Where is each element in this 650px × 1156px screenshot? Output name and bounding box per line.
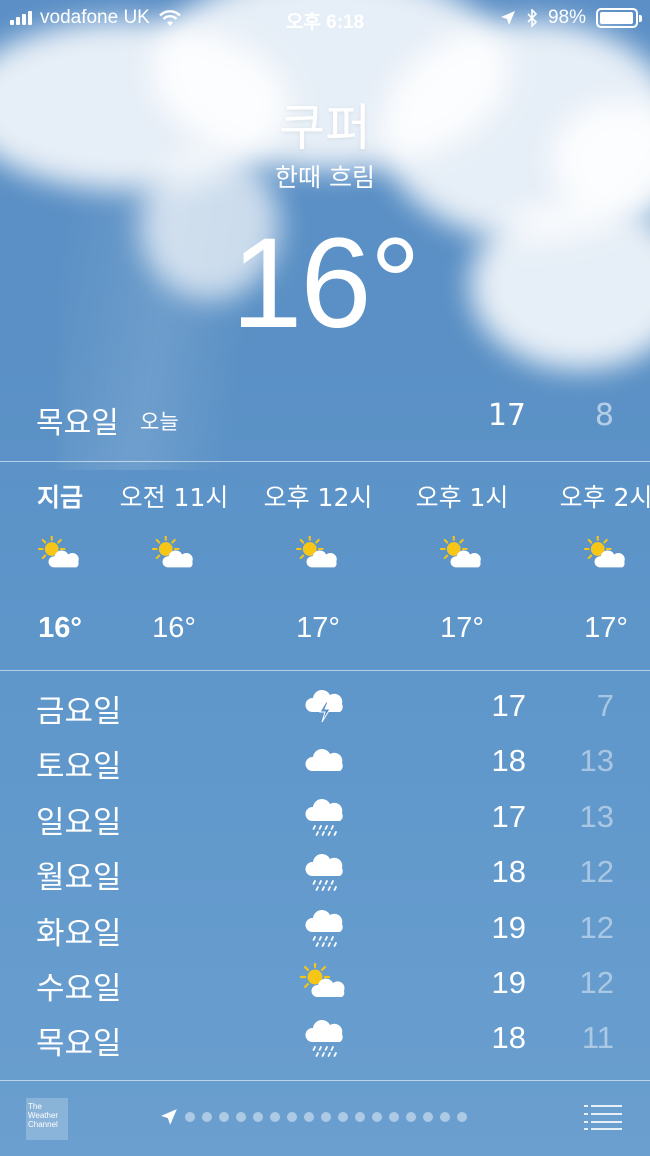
hourly-time: 오후 2시 (559, 483, 650, 512)
rain-icon (300, 908, 348, 948)
divider (0, 670, 650, 671)
page-dot[interactable] (185, 1112, 195, 1122)
rain-icon (300, 1018, 348, 1058)
daily-day: 금요일 (36, 694, 122, 730)
page-dot[interactable] (355, 1112, 365, 1122)
daily-row: 월요일 18 12 (0, 846, 650, 901)
page-dot[interactable] (338, 1112, 348, 1122)
hourly-time: 오후 1시 (415, 483, 509, 512)
page-dot[interactable] (253, 1112, 263, 1122)
hourly-temp: 17° (584, 612, 628, 644)
current-temperature: 16° (231, 212, 421, 355)
location-arrow-icon (500, 11, 515, 25)
daily-day: 토요일 (36, 749, 122, 786)
daily-low: 12 (579, 854, 614, 890)
daily-low: 7 (596, 688, 614, 723)
page-dot[interactable] (406, 1112, 416, 1122)
hourly-time: 지금 (36, 483, 83, 512)
city-name: 쿠퍼 (279, 99, 371, 157)
partly-cloudy-day-icon (37, 535, 82, 572)
today-tag: 오늘 (140, 410, 179, 434)
daily-row: 수요일 19 12 (0, 957, 650, 1012)
daily-day: 화요일 (36, 915, 122, 952)
page-dot[interactable] (389, 1112, 399, 1122)
daily-day: 일요일 (36, 804, 122, 841)
daily-row: 화요일 19 12 (0, 902, 650, 957)
bottom-toolbar: The Weather Channel (0, 1080, 650, 1156)
daily-row: 토요일 18 13 (0, 735, 650, 790)
daily-low: 13 (579, 798, 614, 834)
status-bar: vodafone UK 오후 6:18 98% (0, 0, 650, 36)
daily-low: 12 (579, 909, 614, 945)
hourly-temp: 17° (296, 612, 340, 644)
rain-icon (300, 852, 348, 892)
daily-high: 17 (491, 798, 526, 834)
daily-row: 목요일 18 11 (0, 1012, 650, 1067)
daily-row: 일요일 17 13 (0, 791, 650, 846)
page-dot[interactable] (287, 1112, 297, 1122)
weather-channel-logo[interactable]: The Weather Channel (26, 1098, 68, 1140)
page-dot[interactable] (219, 1112, 229, 1122)
page-dot[interactable] (321, 1112, 331, 1122)
daily-high: 18 (491, 1020, 526, 1056)
daily-row: 금요일 17 7 (0, 680, 650, 735)
daily-high: 17 (491, 688, 526, 723)
daily-high: 18 (491, 743, 526, 779)
today-low: 8 (594, 398, 614, 433)
partly-cloudy-day-icon (439, 535, 484, 572)
partly-cloudy-day-icon (151, 535, 196, 572)
page-dot[interactable] (440, 1112, 450, 1122)
page-dot[interactable] (372, 1112, 382, 1122)
hourly-time: 오전 11시 (119, 483, 229, 512)
thunderstorm-icon (300, 686, 348, 726)
cloud-icon (300, 741, 348, 781)
daily-high: 19 (491, 965, 526, 1000)
hourly-temp: 16° (152, 612, 196, 644)
hourly-forecast[interactable]: 지금 16° 오전 11시 16° 오후 12시 17° 오후 1시 17° 오후 2시 17° (0, 462, 650, 670)
daily-high: 19 (491, 909, 526, 945)
daily-low: 11 (581, 1020, 614, 1056)
daily-day: 목요일 (36, 1026, 122, 1063)
hourly-temp: 17° (440, 612, 484, 644)
page-dot[interactable] (304, 1112, 314, 1122)
today-summary: 목요일 오늘 17 8 (0, 398, 650, 442)
daily-high: 18 (491, 854, 526, 890)
daily-low: 13 (579, 743, 614, 779)
today-day: 목요일 (36, 406, 119, 441)
battery-icon (596, 8, 642, 28)
battery-percent: 98% (547, 7, 586, 28)
page-indicator[interactable] (160, 1108, 467, 1126)
page-dot[interactable] (236, 1112, 246, 1122)
page-dot[interactable] (270, 1112, 280, 1122)
partly-cloudy-day-icon (299, 961, 348, 1003)
page-dot[interactable] (457, 1112, 467, 1122)
daily-day: 수요일 (36, 971, 122, 1007)
today-high: 17 (487, 398, 526, 433)
page-dot[interactable] (202, 1112, 212, 1122)
hourly-time: 오후 12시 (263, 483, 373, 512)
partly-cloudy-day-icon (583, 535, 628, 572)
daily-forecast[interactable]: 금요일 17 7 토요일 18 13 일요일 17 13 월요일 18 12 화요일 19 12 수요일 19 1… (0, 680, 650, 1080)
hourly-temp: 16° (38, 612, 82, 644)
partly-cloudy-day-icon (295, 535, 340, 572)
daily-day: 월요일 (36, 860, 122, 897)
bluetooth-icon (527, 9, 538, 27)
daily-low: 12 (579, 965, 614, 1000)
location-arrow-icon (161, 1109, 177, 1125)
city-list-icon[interactable] (584, 1104, 622, 1130)
page-dot[interactable] (423, 1112, 433, 1122)
rain-icon (300, 797, 348, 837)
weather-condition: 한때 흐림 (275, 163, 375, 192)
